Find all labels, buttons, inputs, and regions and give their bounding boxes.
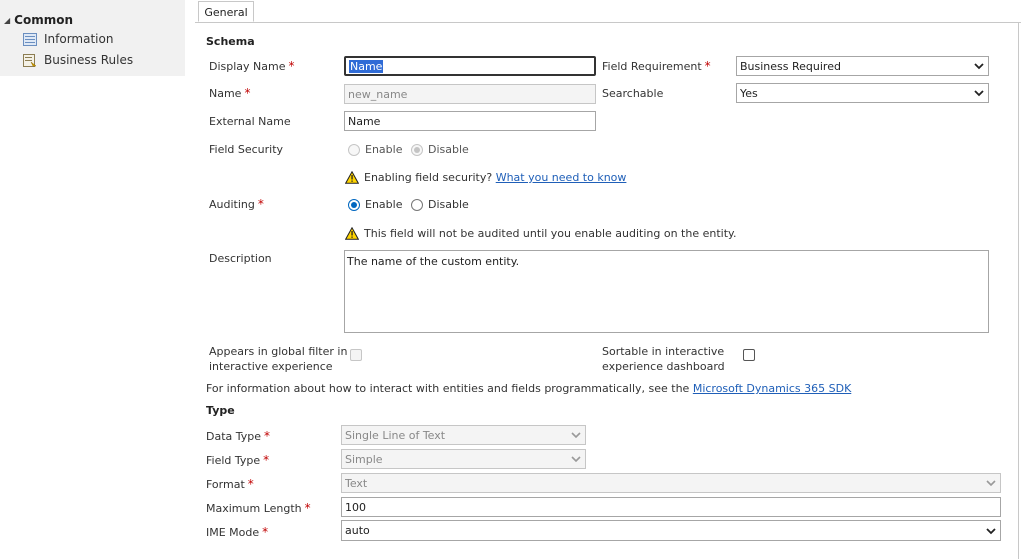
sortable-label: Sortable in interactive experience dashb… bbox=[602, 345, 725, 373]
auditing-disable-radio[interactable] bbox=[411, 198, 423, 211]
field-type-select[interactable]: Simple bbox=[341, 449, 586, 469]
field-security-disable-radio[interactable] bbox=[411, 143, 423, 156]
format-select[interactable]: Text bbox=[341, 473, 1001, 493]
warning-icon bbox=[345, 171, 359, 184]
chevron-down-icon bbox=[986, 527, 996, 534]
required-marker: * bbox=[244, 86, 251, 100]
external-name-input[interactable]: Name bbox=[344, 111, 596, 131]
information-icon bbox=[23, 32, 37, 46]
ime-mode-label: IME Mode * bbox=[206, 525, 269, 539]
radio-label: Disable bbox=[428, 143, 469, 156]
sidebar-item-information[interactable]: Information bbox=[23, 32, 113, 46]
data-type-label: Data Type * bbox=[206, 429, 271, 443]
warning-text: Enabling field security? bbox=[364, 171, 493, 184]
field-requirement-value: Business Required bbox=[740, 59, 841, 73]
required-marker: * bbox=[288, 59, 295, 73]
chevron-down-icon bbox=[571, 432, 581, 439]
required-marker: * bbox=[304, 501, 311, 515]
required-marker: * bbox=[247, 477, 254, 491]
chevron-down-icon bbox=[974, 63, 984, 70]
maximum-length-input[interactable]: 100 bbox=[341, 497, 1001, 517]
ime-mode-select[interactable]: auto bbox=[341, 520, 1001, 541]
field-security-label: Field Security bbox=[209, 143, 284, 156]
what-you-need-to-know-link[interactable]: What you need to know bbox=[496, 171, 627, 184]
searchable-label: Searchable bbox=[602, 87, 664, 100]
name-value: new_name bbox=[348, 87, 408, 101]
name-label: Name * bbox=[209, 86, 251, 100]
chevron-down-icon bbox=[974, 90, 984, 97]
sidebar-item-label: Information bbox=[44, 32, 114, 46]
chevron-down-icon bbox=[986, 480, 996, 487]
field-security-enable-radio[interactable] bbox=[348, 143, 360, 156]
data-type-select[interactable]: Single Line of Text bbox=[341, 425, 586, 445]
panel-border bbox=[1018, 22, 1019, 559]
chevron-down-icon bbox=[571, 456, 581, 463]
dynamics-sdk-link[interactable]: Microsoft Dynamics 365 SDK bbox=[693, 382, 851, 395]
required-marker: * bbox=[704, 59, 711, 73]
display-name-value: Name bbox=[349, 59, 384, 73]
radio-label: Enable bbox=[365, 143, 403, 156]
format-label: Format * bbox=[206, 477, 254, 491]
sidebar-item-label: Business Rules bbox=[44, 53, 134, 67]
warning-icon bbox=[345, 227, 359, 240]
auditing-disable-option[interactable]: Disable bbox=[411, 198, 469, 211]
auditing-enable-radio[interactable] bbox=[348, 198, 360, 211]
radio-label: Enable bbox=[365, 198, 403, 211]
sdk-info-text: For information about how to interact wi… bbox=[206, 382, 852, 395]
display-name-label: Display Name * bbox=[209, 59, 295, 73]
field-type-value: Simple bbox=[345, 452, 383, 466]
global-filter-checkbox[interactable] bbox=[350, 349, 362, 361]
description-label: Description bbox=[209, 252, 272, 265]
field-requirement-label: Field Requirement * bbox=[602, 59, 711, 73]
sidebar: ◢ Common Information Business Rules bbox=[0, 0, 185, 76]
maximum-length-value: 100 bbox=[345, 500, 366, 514]
format-value: Text bbox=[345, 476, 368, 490]
auditing-enable-option[interactable]: Enable bbox=[348, 198, 402, 211]
field-security-disable-option[interactable]: Disable bbox=[411, 143, 469, 156]
field-requirement-select[interactable]: Business Required bbox=[736, 56, 989, 76]
display-name-input[interactable]: Name bbox=[344, 56, 596, 76]
radio-label: Disable bbox=[428, 198, 469, 211]
auditing-warning: This field will not be audited until you… bbox=[345, 227, 736, 240]
required-marker: * bbox=[264, 429, 271, 443]
field-security-warning: Enabling field security? What you need t… bbox=[345, 171, 626, 184]
tab-general[interactable]: General bbox=[198, 1, 254, 22]
tab-strip bbox=[195, 0, 1021, 23]
searchable-value: Yes bbox=[740, 86, 758, 100]
name-input[interactable]: new_name bbox=[344, 84, 596, 104]
external-name-value: Name bbox=[348, 114, 381, 128]
auditing-label: Auditing * bbox=[209, 197, 264, 211]
field-type-label: Field Type * bbox=[206, 453, 270, 467]
section-title-schema: Schema bbox=[206, 35, 255, 48]
warning-text: This field will not be audited until you… bbox=[364, 227, 737, 240]
required-marker: * bbox=[262, 525, 269, 539]
sortable-checkbox[interactable] bbox=[743, 349, 755, 361]
description-textarea[interactable]: The name of the custom entity. bbox=[344, 250, 989, 333]
external-name-label: External Name bbox=[209, 115, 291, 128]
sidebar-section-common[interactable]: ◢ Common bbox=[4, 13, 73, 27]
data-type-value: Single Line of Text bbox=[345, 428, 446, 442]
required-marker: * bbox=[257, 197, 264, 211]
field-security-enable-option[interactable]: Enable bbox=[348, 143, 402, 156]
maximum-length-label: Maximum Length * bbox=[206, 501, 311, 515]
business-rules-icon bbox=[23, 53, 37, 67]
ime-mode-value: auto bbox=[345, 524, 370, 537]
collapse-triangle-icon[interactable]: ◢ bbox=[4, 16, 10, 25]
sidebar-item-business-rules[interactable]: Business Rules bbox=[23, 53, 133, 67]
required-marker: * bbox=[263, 453, 270, 467]
sidebar-section-label: Common bbox=[14, 13, 74, 27]
searchable-select[interactable]: Yes bbox=[736, 83, 989, 103]
global-filter-label: Appears in global filter in interactive … bbox=[209, 345, 348, 373]
section-title-type: Type bbox=[206, 404, 235, 417]
